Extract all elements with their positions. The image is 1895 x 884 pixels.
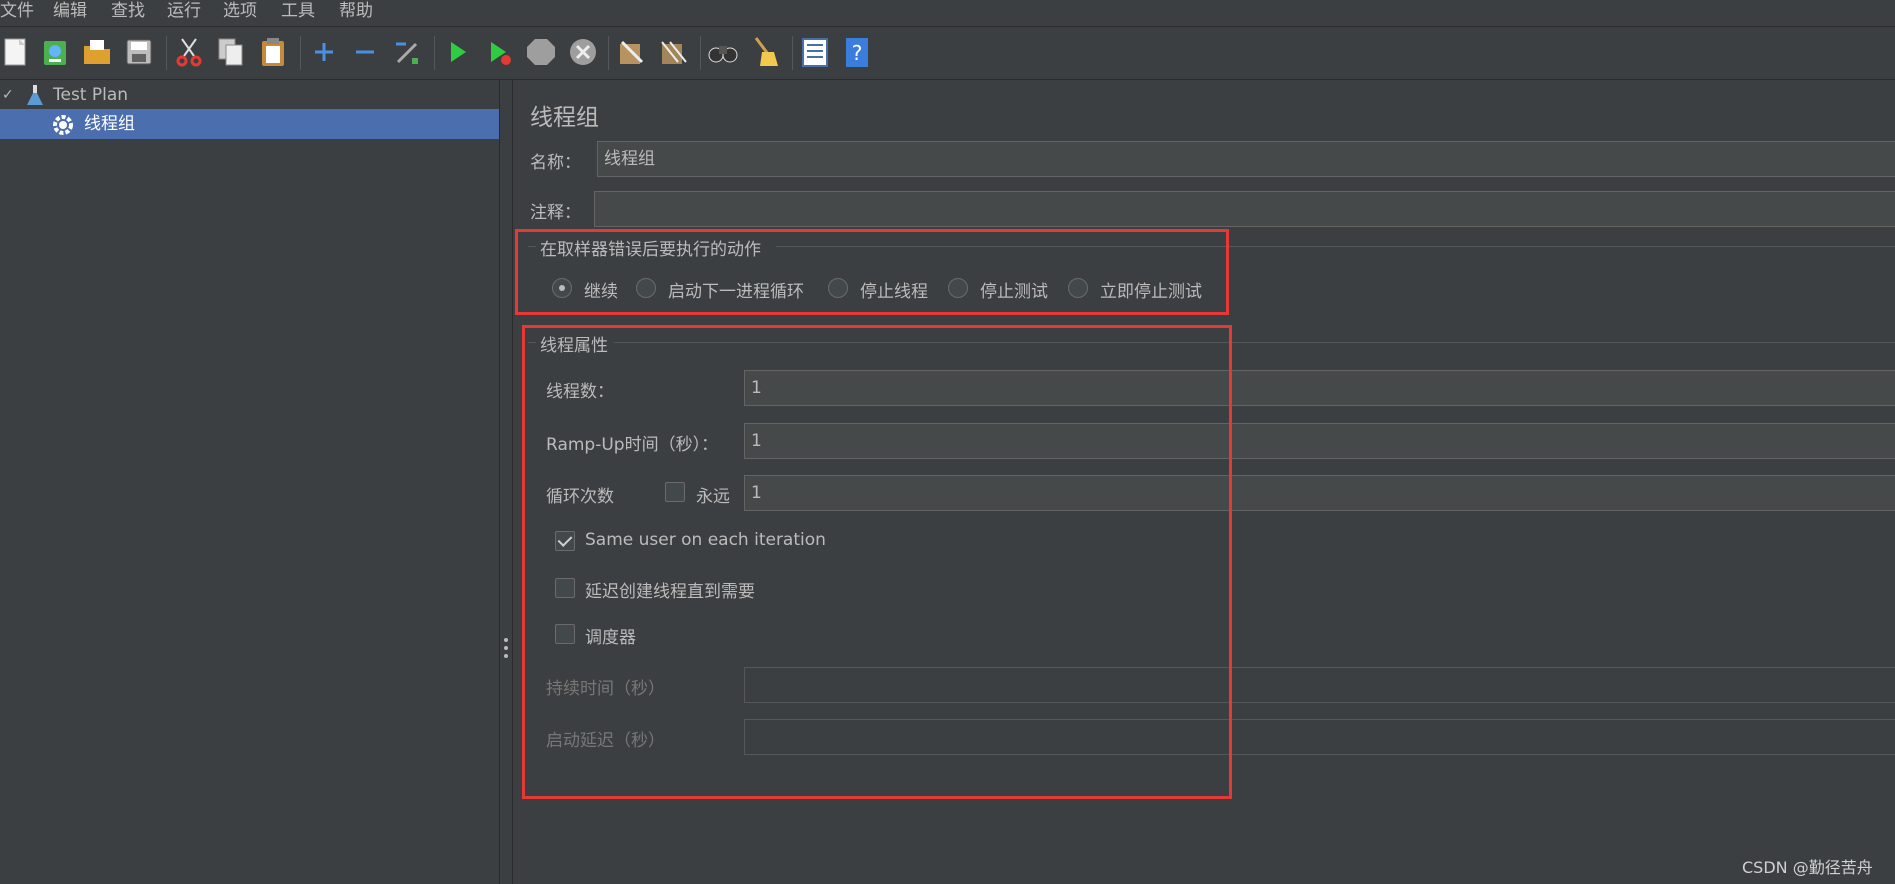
menu-bar: 文件 编辑 查找 运行 选项 工具 帮助 — [0, 0, 1895, 27]
tree-node-label: Test Plan — [53, 85, 129, 105]
menu-file[interactable]: 文件 — [0, 0, 34, 24]
test-plan-flask-icon — [24, 84, 46, 106]
loop-count-field[interactable]: 1 — [744, 475, 1895, 511]
thread-count-field[interactable]: 1 — [744, 370, 1895, 406]
toolbar-separator — [166, 36, 167, 70]
menu-tools[interactable]: 工具 — [281, 0, 315, 24]
start-icon[interactable] — [440, 34, 474, 70]
loop-count-label: 循环次数 — [546, 487, 614, 507]
radio-start-next-loop-label[interactable]: 启动下一进程循环 — [668, 277, 804, 302]
menu-run[interactable]: 运行 — [167, 0, 201, 24]
menu-search[interactable]: 查找 — [111, 0, 145, 24]
paste-icon[interactable] — [256, 34, 290, 70]
splitter-grip-dot — [504, 646, 508, 650]
menu-help[interactable]: 帮助 — [339, 0, 373, 24]
startup-delay-label: 启动延迟（秒） — [546, 731, 665, 751]
collapse-minus-icon[interactable] — [348, 34, 382, 70]
forever-checkbox[interactable] — [665, 482, 685, 502]
panel-title: 线程组 — [530, 105, 599, 131]
tree-expand-toggle-icon[interactable]: ✓ — [2, 80, 14, 110]
copy-icon[interactable] — [214, 34, 248, 70]
radio-start-next-loop[interactable] — [636, 278, 656, 298]
radio-stop-thread-label[interactable]: 停止线程 — [860, 277, 928, 302]
thread-group-panel: 线程组 名称： 线程组 注释： 在取样器错误后要执行的动作 继续 启动下一进程循… — [514, 80, 1895, 884]
startup-delay-field — [744, 719, 1895, 755]
radio-stop-thread[interactable] — [828, 278, 848, 298]
scheduler-label[interactable]: 调度器 — [585, 623, 636, 648]
group-border — [614, 342, 1895, 343]
radio-stop-test-label[interactable]: 停止测试 — [980, 277, 1048, 302]
toolbar-separator — [434, 36, 435, 70]
group-border — [528, 342, 536, 343]
search-binoculars-icon[interactable] — [706, 34, 740, 70]
save-icon[interactable] — [122, 34, 156, 70]
stop-icon[interactable] — [524, 34, 558, 70]
clear-icon[interactable] — [614, 34, 648, 70]
toolbar-separator — [300, 36, 301, 70]
toggle-icon[interactable] — [390, 34, 424, 70]
start-no-pause-icon[interactable] — [482, 34, 516, 70]
open-icon[interactable] — [80, 34, 114, 70]
scheduler-checkbox[interactable] — [555, 624, 575, 644]
splitter-grip-dot — [504, 654, 508, 658]
error-action-group-title: 在取样器错误后要执行的动作 — [540, 240, 761, 260]
name-label: 名称： — [530, 153, 581, 173]
duration-label: 持续时间（秒） — [546, 679, 665, 699]
reset-search-broom-icon[interactable] — [748, 34, 782, 70]
toolbar: ? — [0, 27, 1895, 80]
delay-thread-creation-checkbox[interactable] — [555, 578, 575, 598]
rampup-field[interactable]: 1 — [744, 423, 1895, 459]
tree-node-thread-group[interactable]: 线程组 — [0, 109, 499, 139]
comment-label: 注释： — [530, 203, 581, 223]
radio-stop-test-now[interactable] — [1068, 278, 1088, 298]
shutdown-icon[interactable] — [566, 34, 600, 70]
clear-all-icon[interactable] — [656, 34, 690, 70]
expand-plus-icon[interactable] — [307, 34, 341, 70]
thread-count-label: 线程数： — [546, 382, 614, 402]
group-border — [528, 246, 536, 247]
tree-node-label: 线程组 — [84, 114, 135, 134]
tree-node-test-plan[interactable]: ✓ Test Plan — [0, 80, 499, 110]
forever-label[interactable]: 永远 — [696, 482, 730, 507]
radio-continue-label[interactable]: 继续 — [584, 277, 618, 302]
toolbar-separator — [700, 36, 701, 70]
toolbar-separator — [792, 36, 793, 70]
radio-continue[interactable] — [552, 278, 572, 298]
test-plan-tree: ✓ Test Plan 线程组 — [0, 80, 499, 884]
thread-group-gear-icon — [50, 112, 76, 138]
same-user-checkbox[interactable] — [555, 531, 575, 551]
new-document-icon[interactable] — [0, 34, 34, 70]
svg-text:?: ? — [852, 41, 863, 65]
delay-thread-creation-label[interactable]: 延迟创建线程直到需要 — [585, 577, 755, 602]
group-border — [776, 246, 1895, 247]
rampup-label: Ramp-Up时间（秒）： — [546, 435, 719, 455]
split-pane-divider[interactable] — [499, 80, 513, 884]
toolbar-separator — [608, 36, 609, 70]
name-field[interactable]: 线程组 — [597, 141, 1895, 177]
menu-options[interactable]: 选项 — [223, 0, 257, 24]
radio-stop-test[interactable] — [948, 278, 968, 298]
thread-props-group-title: 线程属性 — [540, 336, 608, 356]
watermark: CSDN @勤径苦舟 — [1742, 858, 1873, 877]
cut-icon[interactable] — [172, 34, 206, 70]
duration-field — [744, 667, 1895, 703]
same-user-label[interactable]: Same user on each iteration — [585, 530, 826, 550]
menu-edit[interactable]: 编辑 — [53, 0, 87, 24]
splitter-grip-dot — [504, 638, 508, 642]
templates-icon[interactable] — [38, 34, 72, 70]
function-helper-icon[interactable] — [798, 34, 832, 70]
radio-stop-test-now-label[interactable]: 立即停止测试 — [1100, 277, 1202, 302]
help-icon[interactable]: ? — [840, 34, 874, 70]
comment-field[interactable] — [594, 191, 1895, 227]
